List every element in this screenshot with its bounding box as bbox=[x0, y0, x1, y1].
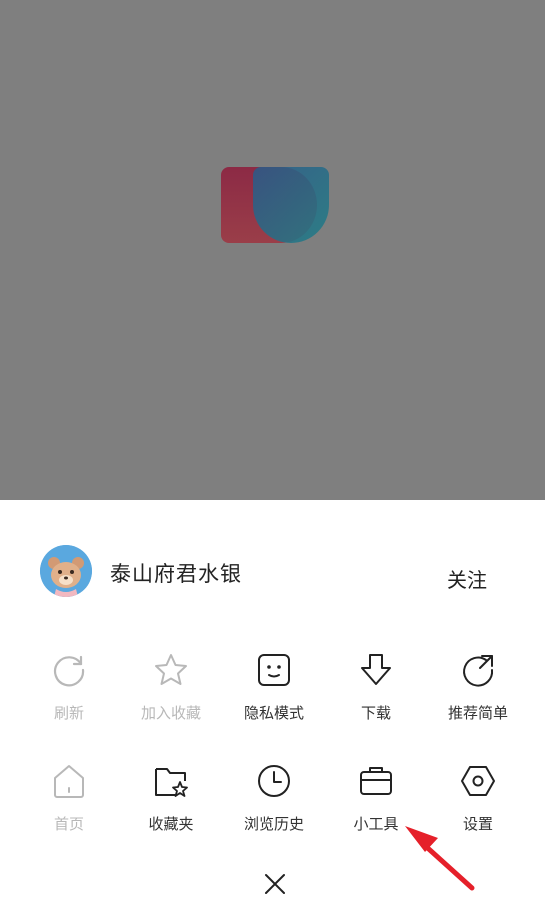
menu-add-favorite[interactable]: 加入收藏 bbox=[119, 652, 223, 752]
menu-download-label: 下载 bbox=[360, 704, 391, 722]
menu-recommend[interactable]: 推荐简单 bbox=[426, 652, 530, 752]
menu-add-favorite-label: 加入收藏 bbox=[140, 704, 201, 722]
menu-settings[interactable]: 设置 bbox=[426, 763, 530, 863]
menu-refresh-label: 刷新 bbox=[53, 704, 84, 722]
avatar[interactable] bbox=[40, 545, 92, 597]
menu-recommend-label: 推荐简单 bbox=[447, 704, 508, 722]
menu-privacy-mode-label: 隐私模式 bbox=[243, 704, 304, 722]
privacy-face-icon bbox=[258, 654, 290, 686]
share-arrow-icon bbox=[463, 655, 494, 687]
menu-home-label: 首页 bbox=[53, 815, 84, 833]
bottom-sheet-menu: 泰山府君水银 关注 刷新 加入收藏 隐私模式 下载 推荐简单 首页 收藏夹 浏览… bbox=[0, 500, 545, 908]
menu-download[interactable]: 下载 bbox=[324, 652, 428, 752]
menu-refresh[interactable]: 刷新 bbox=[17, 652, 121, 752]
menu-tools[interactable]: 小工具 bbox=[324, 763, 428, 863]
app-logo bbox=[221, 167, 329, 243]
follow-button[interactable]: 关注 bbox=[447, 564, 487, 593]
toolbox-icon bbox=[360, 767, 392, 795]
menu-home[interactable]: 首页 bbox=[17, 763, 121, 863]
user-row: 泰山府君水银 关注 bbox=[0, 500, 545, 640]
menu-tools-label: 小工具 bbox=[353, 815, 399, 833]
menu-history[interactable]: 浏览历史 bbox=[222, 763, 326, 863]
menu-bookmarks[interactable]: 收藏夹 bbox=[119, 763, 223, 863]
star-icon bbox=[155, 654, 187, 685]
menu-settings-label: 设置 bbox=[462, 815, 493, 833]
refresh-icon bbox=[53, 655, 85, 687]
clock-icon bbox=[258, 765, 290, 797]
username: 泰山府君水银 bbox=[110, 562, 242, 586]
download-arrow-icon bbox=[361, 654, 391, 685]
menu-history-label: 浏览历史 bbox=[243, 815, 304, 833]
home-icon bbox=[54, 765, 84, 798]
menu-bookmarks-label: 收藏夹 bbox=[148, 815, 194, 833]
bookmark-folder-icon bbox=[155, 768, 188, 797]
close-icon[interactable] bbox=[263, 872, 287, 896]
bear-avatar-icon bbox=[40, 545, 92, 597]
settings-hexagon-icon bbox=[461, 766, 495, 796]
menu-privacy-mode[interactable]: 隐私模式 bbox=[222, 652, 326, 752]
